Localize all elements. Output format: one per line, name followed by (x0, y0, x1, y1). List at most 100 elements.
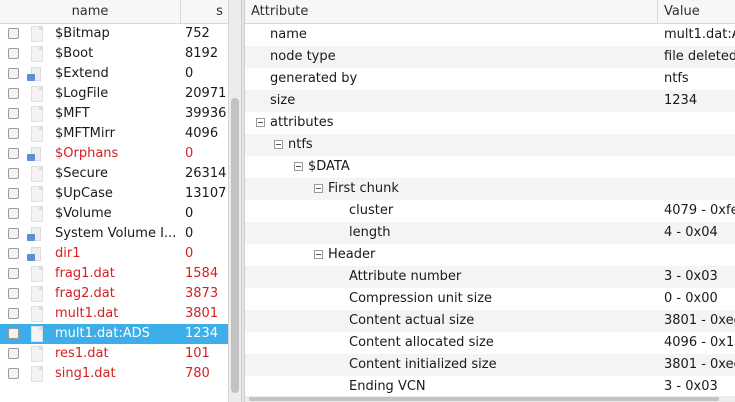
tree-node[interactable]: ntfs (245, 134, 735, 156)
attribute-value: 3801 - 0xed9 (664, 357, 735, 372)
file-size: 26314 (185, 166, 227, 181)
file-row[interactable]: sing1.dat 780 (0, 364, 228, 384)
file-list: $Bitmap 752 $Boot 8192 $Extend 0 $LogFile 20971… (0, 24, 228, 384)
scrollbar-thumb[interactable] (231, 98, 239, 393)
attribute-name: name (270, 27, 307, 42)
attribute-value: ntfs (664, 71, 689, 86)
file-row[interactable]: $MFTMirr 4096 (0, 124, 228, 144)
file-row[interactable]: $Secure 26314 (0, 164, 228, 184)
attribute-value: file deleted (664, 49, 735, 64)
file-size: 13107 (185, 186, 227, 201)
attribute-row[interactable]: Content allocated size 4096 - 0x1000 (245, 332, 735, 354)
attribute-row[interactable]: name mult1.dat:ADS (245, 24, 735, 46)
row-checkbox[interactable] (8, 68, 19, 79)
file-row[interactable]: mult1.dat:ADS 1234 (0, 324, 228, 344)
attribute-name: Content actual size (349, 313, 475, 328)
file-row[interactable]: frag2.dat 3873 (0, 284, 228, 304)
attribute-row[interactable]: node type file deleted (245, 46, 735, 68)
attribute-value: 4 - 0x04 (664, 225, 718, 240)
file-icon (31, 266, 43, 282)
attribute-value: 4096 - 0x1000 (664, 335, 735, 350)
row-checkbox[interactable] (8, 248, 19, 259)
file-row[interactable]: $Bitmap 752 (0, 24, 228, 44)
row-checkbox[interactable] (8, 48, 19, 59)
row-checkbox[interactable] (8, 128, 19, 139)
attribute-name: Header (328, 247, 376, 262)
file-list-header: name s (0, 0, 228, 24)
tree-node[interactable]: Header (245, 244, 735, 266)
file-icon (31, 126, 43, 142)
collapse-toggle-icon[interactable] (256, 118, 265, 127)
collapse-toggle-icon[interactable] (274, 140, 283, 149)
row-checkbox[interactable] (8, 308, 19, 319)
file-icon (31, 206, 43, 222)
folder-icon (27, 66, 43, 82)
attribute-row[interactable]: Compression unit size 0 - 0x00 (245, 288, 735, 310)
file-row[interactable]: $UpCase 13107 (0, 184, 228, 204)
row-checkbox[interactable] (8, 108, 19, 119)
attribute-row[interactable]: generated by ntfs (245, 68, 735, 90)
file-row[interactable]: $MFT 39936 (0, 104, 228, 124)
file-name: $LogFile (55, 86, 109, 101)
attribute-name: length (349, 225, 391, 240)
attribute-row[interactable]: Attribute number 3 - 0x03 (245, 266, 735, 288)
value-column-header[interactable]: Value (658, 0, 735, 24)
size-column-header[interactable]: s (181, 0, 228, 24)
folder-icon (27, 246, 43, 262)
attribute-row[interactable]: size 1234 (245, 90, 735, 112)
name-column-header[interactable]: name (0, 0, 181, 24)
attribute-value: 1234 (664, 93, 698, 108)
file-row[interactable]: res1.dat 101 (0, 344, 228, 364)
attribute-row[interactable]: cluster 4079 - 0xfef (245, 200, 735, 222)
row-checkbox[interactable] (8, 328, 19, 339)
file-size: 3873 (185, 286, 219, 301)
file-row[interactable]: $LogFile 20971 (0, 84, 228, 104)
attribute-horizontal-scrollbar[interactable] (245, 396, 735, 402)
file-name: $MFTMirr (55, 126, 115, 141)
attribute-row[interactable]: length 4 - 0x04 (245, 222, 735, 244)
attribute-name: First chunk (328, 181, 399, 196)
attribute-name: Ending VCN (349, 379, 426, 394)
file-row[interactable]: mult1.dat 3801 (0, 304, 228, 324)
attribute-value: mult1.dat:ADS (664, 27, 735, 42)
attribute-row[interactable]: Content initialized size 3801 - 0xed9 (245, 354, 735, 376)
attribute-value: 0 - 0x00 (664, 291, 718, 306)
collapse-toggle-icon[interactable] (314, 250, 323, 259)
file-name: mult1.dat (55, 306, 119, 321)
attribute-column-header[interactable]: Attribute (245, 0, 658, 24)
file-icon (31, 346, 43, 362)
row-checkbox[interactable] (8, 208, 19, 219)
file-list-scrollbar[interactable] (228, 0, 241, 402)
row-checkbox[interactable] (8, 368, 19, 379)
attribute-row[interactable]: Content actual size 3801 - 0xed9 (245, 310, 735, 332)
scrollbar-thumb[interactable] (249, 397, 719, 401)
tree-node[interactable]: First chunk (245, 178, 735, 200)
row-checkbox[interactable] (8, 148, 19, 159)
row-checkbox[interactable] (8, 288, 19, 299)
file-row[interactable]: frag1.dat 1584 (0, 264, 228, 284)
collapse-toggle-icon[interactable] (314, 184, 323, 193)
file-name: res1.dat (55, 346, 109, 361)
file-size: 20971 (185, 86, 227, 101)
file-row[interactable]: $Boot 8192 (0, 44, 228, 64)
file-row[interactable]: System Volume I... 0 (0, 224, 228, 244)
row-checkbox[interactable] (8, 268, 19, 279)
row-checkbox[interactable] (8, 348, 19, 359)
file-size: 0 (185, 146, 194, 161)
file-row[interactable]: $Volume 0 (0, 204, 228, 224)
tree-node[interactable]: attributes (245, 112, 735, 134)
file-row[interactable]: dir1 0 (0, 244, 228, 264)
row-checkbox[interactable] (8, 28, 19, 39)
file-icon (31, 86, 43, 102)
file-row[interactable]: $Orphans 0 (0, 144, 228, 164)
row-checkbox[interactable] (8, 188, 19, 199)
attribute-row[interactable]: Ending VCN 3 - 0x03 (245, 376, 735, 398)
file-size: 780 (185, 366, 210, 381)
attribute-value: 3801 - 0xed9 (664, 313, 735, 328)
file-row[interactable]: $Extend 0 (0, 64, 228, 84)
tree-node[interactable]: $DATA (245, 156, 735, 178)
row-checkbox[interactable] (8, 88, 19, 99)
row-checkbox[interactable] (8, 168, 19, 179)
collapse-toggle-icon[interactable] (294, 162, 303, 171)
row-checkbox[interactable] (8, 228, 19, 239)
